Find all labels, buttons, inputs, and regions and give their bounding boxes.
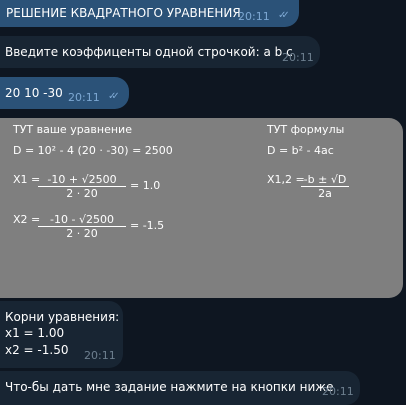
message-time: 20:11 xyxy=(238,10,270,23)
message-text: РЕШЕНИЕ КВАДРАТНОГО УРАВНЕНИЯ xyxy=(6,6,241,20)
x2-result: = -1.5 xyxy=(130,219,165,232)
x1-result: = 1.0 xyxy=(130,179,161,192)
message-time: 20:11 xyxy=(282,51,314,64)
root-x1: x1 = 1.00 xyxy=(5,326,65,340)
solution-image[interactable]: ТУТ ваше уравнение D = 10² - 4 (20 · -30… xyxy=(0,118,403,298)
double-check-icon: ✓✓ xyxy=(108,91,120,102)
message-time: 20:11 xyxy=(84,349,116,362)
left-title: ТУТ ваше уравнение xyxy=(13,123,132,136)
message-time: 20:11 xyxy=(322,385,354,398)
x1-label: X1 = xyxy=(13,173,41,186)
message-outgoing-coefficients[interactable]: 20 10 -30 20:11 ✓✓ xyxy=(0,77,129,109)
message-text: 20 10 -30 xyxy=(5,86,63,100)
roots-title: Корни уравнения: xyxy=(5,310,120,324)
discriminant: D = 10² - 4 (20 · -30) = 2500 xyxy=(13,144,173,157)
root-x2: x2 = -1.50 xyxy=(5,343,69,357)
x1-fraction: -10 + √2500 2 · 20 xyxy=(38,173,126,200)
x1-denominator: 2 · 20 xyxy=(66,187,98,200)
x2-label: X2 = xyxy=(13,213,41,226)
formula-x-label: X1,2 = xyxy=(267,173,305,186)
right-title: ТУТ формулы xyxy=(267,123,345,136)
x2-fraction: -10 - √2500 2 · 20 xyxy=(38,213,126,240)
message-incoming-instructions[interactable]: Что-бы дать мне задание нажмите на кнопк… xyxy=(0,371,360,405)
formula-x-numerator: -b ± √D xyxy=(301,173,349,187)
message-text: Введите коэффиценты одной строчкой: a b … xyxy=(5,45,293,59)
message-outgoing-title[interactable]: РЕШЕНИЕ КВАДРАТНОГО УРАВНЕНИЯ 20:11 ✓✓ xyxy=(0,0,299,27)
message-incoming-roots[interactable]: Корни уравнения: x1 = 1.00 x2 = -1.50 20… xyxy=(0,301,123,368)
message-incoming-prompt[interactable]: Введите коэффиценты одной строчкой: a b … xyxy=(0,36,320,68)
formula-d: D = b² - 4ac xyxy=(267,144,334,157)
x2-denominator: 2 · 20 xyxy=(66,227,98,240)
x2-numerator: -10 - √2500 xyxy=(38,213,126,227)
message-text: Что-бы дать мне задание нажмите на кнопк… xyxy=(5,380,334,394)
x1-numerator: -10 + √2500 xyxy=(38,173,126,187)
formula-x-fraction: -b ± √D 2a xyxy=(301,173,349,200)
formula-x-denominator: 2a xyxy=(318,187,332,200)
double-check-icon: ✓✓ xyxy=(278,10,290,21)
message-time: 20:11 xyxy=(68,91,100,104)
